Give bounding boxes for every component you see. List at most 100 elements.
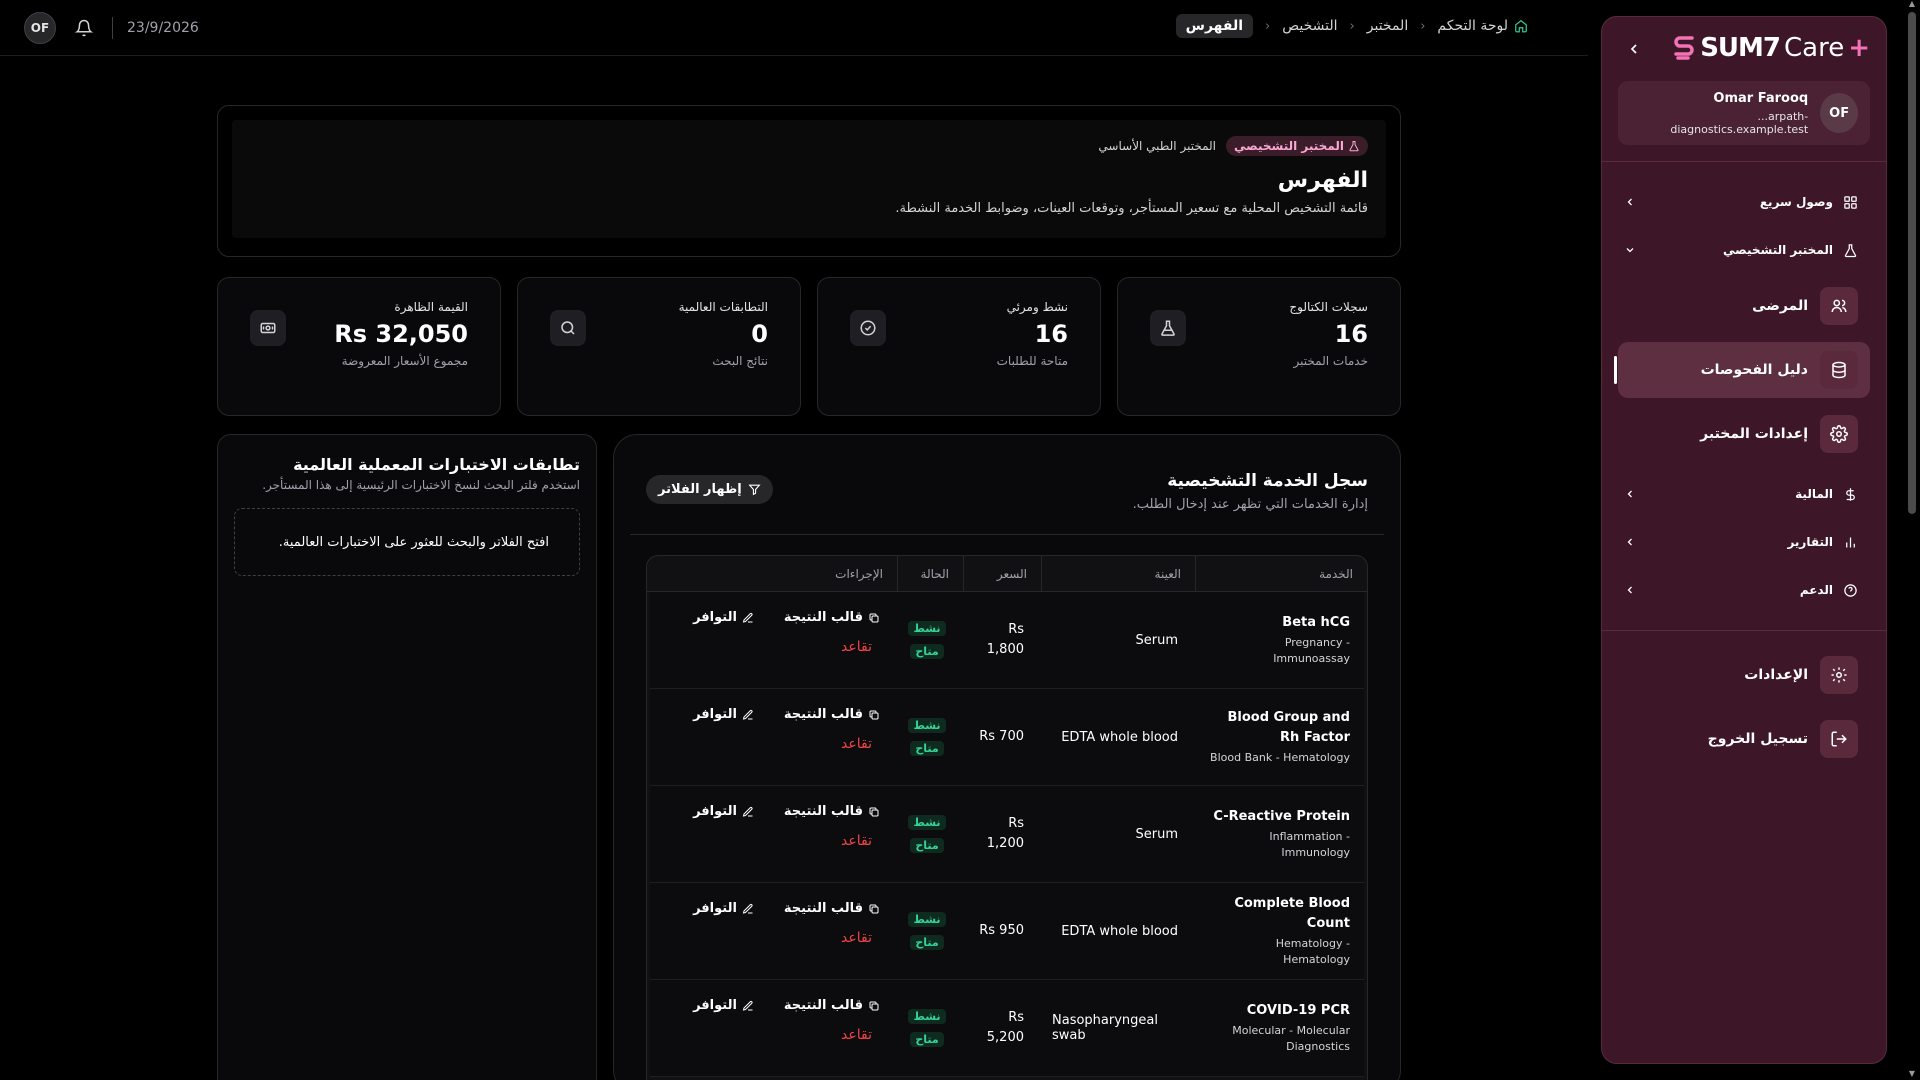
retire-button[interactable]: تقاعد — [668, 1027, 872, 1043]
header-tags: المختبر التشخيصي المختبر الطبي الأساسي — [250, 136, 1368, 156]
availability-button[interactable]: التوافر — [693, 610, 754, 625]
actions-cell: قالب النتيجة التوافر تقاعد — [654, 592, 894, 688]
chevron-down-icon — [1624, 244, 1636, 256]
actions-row: قالب النتيجة التوافر — [668, 804, 880, 819]
sidebar-group-lab[interactable]: المختبر التشخيصي — [1602, 226, 1886, 274]
retire-button[interactable]: تقاعد — [668, 736, 872, 752]
result-template-button[interactable]: قالب النتيجة — [784, 707, 880, 722]
price-line: 1,200 — [986, 836, 1024, 851]
banknote-icon — [250, 310, 286, 346]
breadcrumb-dashboard[interactable]: لوحة التحكم — [1437, 18, 1528, 34]
show-filters-button[interactable]: إظهار الفلاتر — [646, 475, 773, 504]
gear-icon — [1820, 656, 1858, 694]
sample-cell: Serum — [1038, 786, 1192, 882]
stat-sub: نتائج البحث — [712, 354, 768, 368]
users-icon — [1820, 287, 1858, 325]
sidebar-group-reports[interactable]: التقارير — [1602, 518, 1886, 566]
service-category: Blood Bank - Hematology — [1210, 751, 1350, 764]
availability-button[interactable]: التوافر — [693, 707, 754, 722]
user-card[interactable]: OF Omar Farooq ...arpath-diagnostics.exa… — [1618, 81, 1870, 145]
copy-icon — [868, 1000, 880, 1012]
sidebar-group-quick-access[interactable]: وصول سريع — [1602, 178, 1886, 226]
retire-button[interactable]: تقاعد — [668, 833, 872, 849]
sidebar: SUM7 Care + OF Omar Farooq ...arpath-diag… — [1601, 16, 1887, 1064]
flask-icon — [1843, 243, 1858, 258]
service-category: Pregnancy - Immunoassay — [1273, 636, 1350, 665]
user-card-avatar: OF — [1820, 93, 1858, 133]
service-registry-panel: سجل الخدمة التشخيصية إدارة الخدمات التي … — [613, 434, 1401, 1080]
status-badge-active: نشط — [908, 1009, 946, 1024]
table-body: Beta hCG Pregnancy - Immunoassay Serum Rs 1,… — [647, 592, 1367, 1077]
service-category: Inflammation - Immunology — [1269, 830, 1350, 859]
actions-row: قالب النتيجة التوافر — [668, 998, 880, 1013]
service-cell: C-Reactive Protein Inflammation - Immunol… — [1192, 786, 1364, 882]
status-badge-available: متاح — [910, 935, 944, 950]
collapse-sidebar-icon[interactable] — [1626, 41, 1642, 57]
stat-card-global: التطابقات العالمية 0 نتائج البحث — [517, 277, 801, 416]
scroll-down-icon[interactable]: ▼ — [1907, 1070, 1917, 1078]
copy-icon — [868, 806, 880, 818]
sidebar-group-support[interactable]: الدعم — [1602, 566, 1886, 614]
sidebar-item-label: الإعدادات — [1744, 667, 1808, 683]
scroll-up-icon[interactable]: ▲ — [1907, 0, 1917, 8]
result-template-button[interactable]: قالب النتيجة — [784, 610, 880, 625]
availability-button[interactable]: التوافر — [693, 998, 754, 1013]
status-badge-active: نشط — [908, 718, 946, 733]
sidebar-group-label: المالية — [1795, 487, 1833, 501]
price-cell: Rs 5,200 — [960, 980, 1038, 1076]
chevron-left-icon: ‹ — [1420, 18, 1426, 34]
availability-button[interactable]: التوافر — [693, 804, 754, 819]
retire-button[interactable]: تقاعد — [668, 930, 872, 946]
result-template-button[interactable]: قالب النتيجة — [784, 804, 880, 819]
sidebar-group-finance[interactable]: المالية — [1602, 470, 1886, 518]
edit-icon — [742, 903, 754, 915]
global-matches-panel: تطابقات الاختبارات المعملية العالمية است… — [217, 434, 597, 1080]
price-line: Rs — [1008, 1010, 1024, 1025]
database-icon — [1820, 351, 1858, 389]
table-row: Complete Blood Count Hematology - Hematol… — [650, 883, 1364, 980]
column-actions: الإجراءات — [835, 566, 883, 581]
actions-cell: قالب النتيجة التوافر تقاعد — [654, 980, 894, 1076]
sidebar-item-settings[interactable]: الإعدادات — [1618, 647, 1870, 703]
user-info: Omar Farooq ...arpath-diagnostics.exampl… — [1630, 91, 1808, 136]
stat-sub: متاحة للطلبات — [996, 354, 1068, 368]
price-cell: Rs 950 — [960, 883, 1038, 979]
service-cell: Blood Group and Rh Factor Blood Bank - He… — [1192, 689, 1364, 785]
sidebar-item-lab-settings[interactable]: إعدادات المختبر — [1618, 406, 1870, 462]
stat-card-catalog: سجلات الكتالوج 16 خدمات المختبر — [1117, 277, 1401, 416]
check-circle-icon — [850, 310, 886, 346]
sidebar-item-label: إعدادات المختبر — [1700, 426, 1808, 442]
result-template-label: قالب النتيجة — [783, 707, 863, 722]
scrollbar-thumb[interactable] — [1908, 12, 1916, 514]
help-circle-icon — [1843, 583, 1858, 598]
sidebar-item-label: دليل الفحوصات — [1700, 362, 1808, 378]
sidebar-item-test-directory[interactable]: دليل الفحوصات — [1614, 342, 1870, 398]
breadcrumb: لوحة التحكم ‹ المختبر ‹ التشخيص ‹ الفهرس — [1175, 14, 1528, 38]
service-cell: COVID-19 PCR Molecular - Molecular Diagno… — [1192, 980, 1364, 1076]
user-avatar[interactable]: OF — [24, 12, 56, 44]
service-name: Complete Blood Count — [1234, 896, 1350, 931]
retire-button[interactable]: تقاعد — [668, 639, 872, 655]
dollar-icon — [1843, 487, 1858, 502]
logo-mark-icon — [1672, 34, 1696, 62]
result-template-button[interactable]: قالب النتيجة — [784, 901, 880, 916]
status-badge-available: متاح — [910, 838, 944, 853]
edit-icon — [742, 612, 754, 624]
main-content: المختبر التشخيصي المختبر الطبي الأساسي ا… — [217, 105, 1401, 1080]
sidebar-item-logout[interactable]: تسجيل الخروج — [1618, 711, 1870, 767]
breadcrumb-diagnostics[interactable]: التشخيص — [1282, 18, 1337, 34]
sidebar-item-patients[interactable]: المرضى — [1618, 278, 1870, 334]
availability-label: التوافر — [693, 901, 737, 916]
service-name: C-Reactive Protein — [1213, 809, 1350, 824]
bar-chart-icon — [1843, 535, 1858, 550]
price-line: Rs 700 — [979, 729, 1024, 744]
result-template-label: قالب النتيجة — [783, 804, 863, 819]
logo-text: SUM7 — [1700, 33, 1781, 63]
bell-icon[interactable] — [70, 14, 98, 42]
stat-sub: خدمات المختبر — [1293, 354, 1368, 368]
page-header-card: المختبر التشخيصي المختبر الطبي الأساسي ا… — [217, 105, 1401, 257]
breadcrumb-lab[interactable]: المختبر — [1367, 18, 1408, 34]
result-template-button[interactable]: قالب النتيجة — [784, 998, 880, 1013]
availability-button[interactable]: التوافر — [693, 901, 754, 916]
lab-tag-label: المختبر التشخيصي — [1234, 139, 1344, 153]
